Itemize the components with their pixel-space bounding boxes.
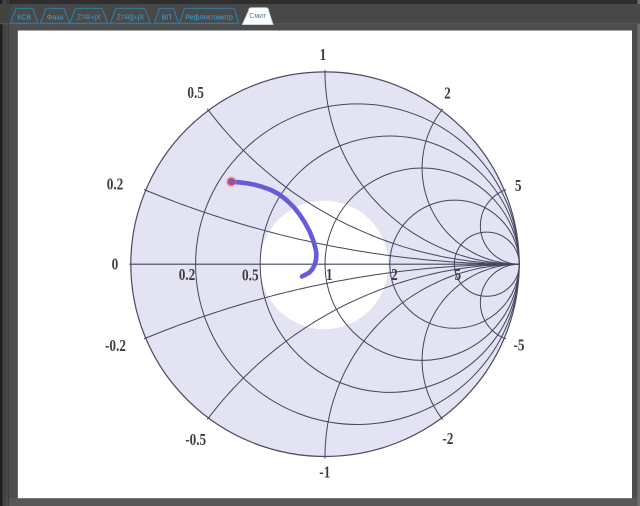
svg-text:-2: -2 [442,430,453,449]
svg-text:5: 5 [454,266,461,285]
svg-text:Смит: Смит [249,13,267,20]
svg-text:-1: -1 [319,463,330,482]
svg-text:Z=R+jX: Z=R+jX [77,14,101,21]
svg-text:ВП: ВП [162,14,172,21]
svg-text:0.5: 0.5 [187,84,204,103]
svg-text:КСВ: КСВ [17,14,31,21]
svg-text:0: 0 [112,255,119,274]
svg-text:-0.5: -0.5 [185,430,206,449]
svg-text:1: 1 [320,46,327,65]
svg-text:Рефлектометр: Рефлектометр [185,14,233,21]
svg-text:Z=R||+jX: Z=R||+jX [117,14,145,21]
svg-text:5: 5 [515,176,522,195]
svg-text:1: 1 [326,266,333,285]
svg-text:-0.2: -0.2 [105,337,126,356]
svg-text:0.2: 0.2 [107,175,124,194]
svg-text:Фаза: Фаза [47,14,63,21]
svg-text:2: 2 [444,84,451,103]
svg-text:0.5: 0.5 [242,266,259,285]
svg-text:0.2: 0.2 [179,265,196,284]
svg-text:2: 2 [391,266,398,285]
svg-text:-5: -5 [513,336,524,355]
